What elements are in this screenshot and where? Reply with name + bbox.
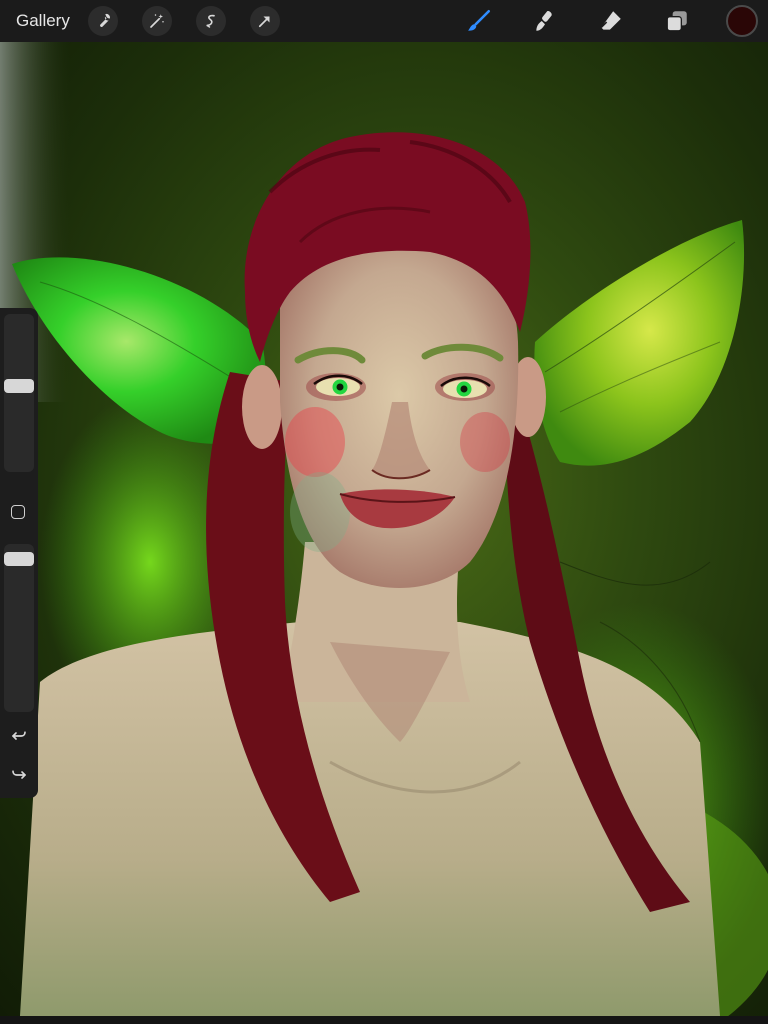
procreate-app: Gallery <box>0 0 768 1024</box>
smudge-icon <box>536 11 552 31</box>
painting-artwork <box>0 42 768 1016</box>
smudge-tool-button[interactable] <box>528 4 562 38</box>
top-toolbar: Gallery <box>0 0 768 42</box>
actions-button[interactable] <box>87 6 118 36</box>
transform-button[interactable] <box>249 6 280 36</box>
drawing-canvas[interactable] <box>0 42 768 1016</box>
modify-button[interactable] <box>11 505 25 519</box>
transform-arrow-icon <box>258 16 270 28</box>
selection-button[interactable] <box>195 6 226 36</box>
opacity-thumb[interactable] <box>4 552 34 566</box>
redo-button[interactable] <box>8 764 30 786</box>
gallery-button[interactable]: Gallery <box>16 11 70 31</box>
brush-tool-button[interactable] <box>462 4 496 38</box>
brush-size-slider[interactable] <box>4 314 34 472</box>
eraser-icon <box>600 11 621 30</box>
eraser-tool-button[interactable] <box>594 4 628 38</box>
layers-icon <box>666 11 687 32</box>
brush-size-thumb[interactable] <box>4 379 34 393</box>
undo-button[interactable] <box>8 725 30 747</box>
opacity-slider[interactable] <box>4 544 34 712</box>
bottom-edge <box>0 1016 768 1024</box>
redo-icon <box>12 770 26 779</box>
adjustments-button[interactable] <box>141 6 172 36</box>
wrench-icon <box>99 13 110 27</box>
magic-wand-icon <box>150 14 164 28</box>
undo-icon <box>12 731 26 740</box>
left-sidebar <box>0 308 38 798</box>
brush-icon <box>468 9 491 31</box>
selection-icon <box>206 14 215 28</box>
color-picker-button[interactable] <box>726 5 758 37</box>
layers-button[interactable] <box>660 4 694 38</box>
